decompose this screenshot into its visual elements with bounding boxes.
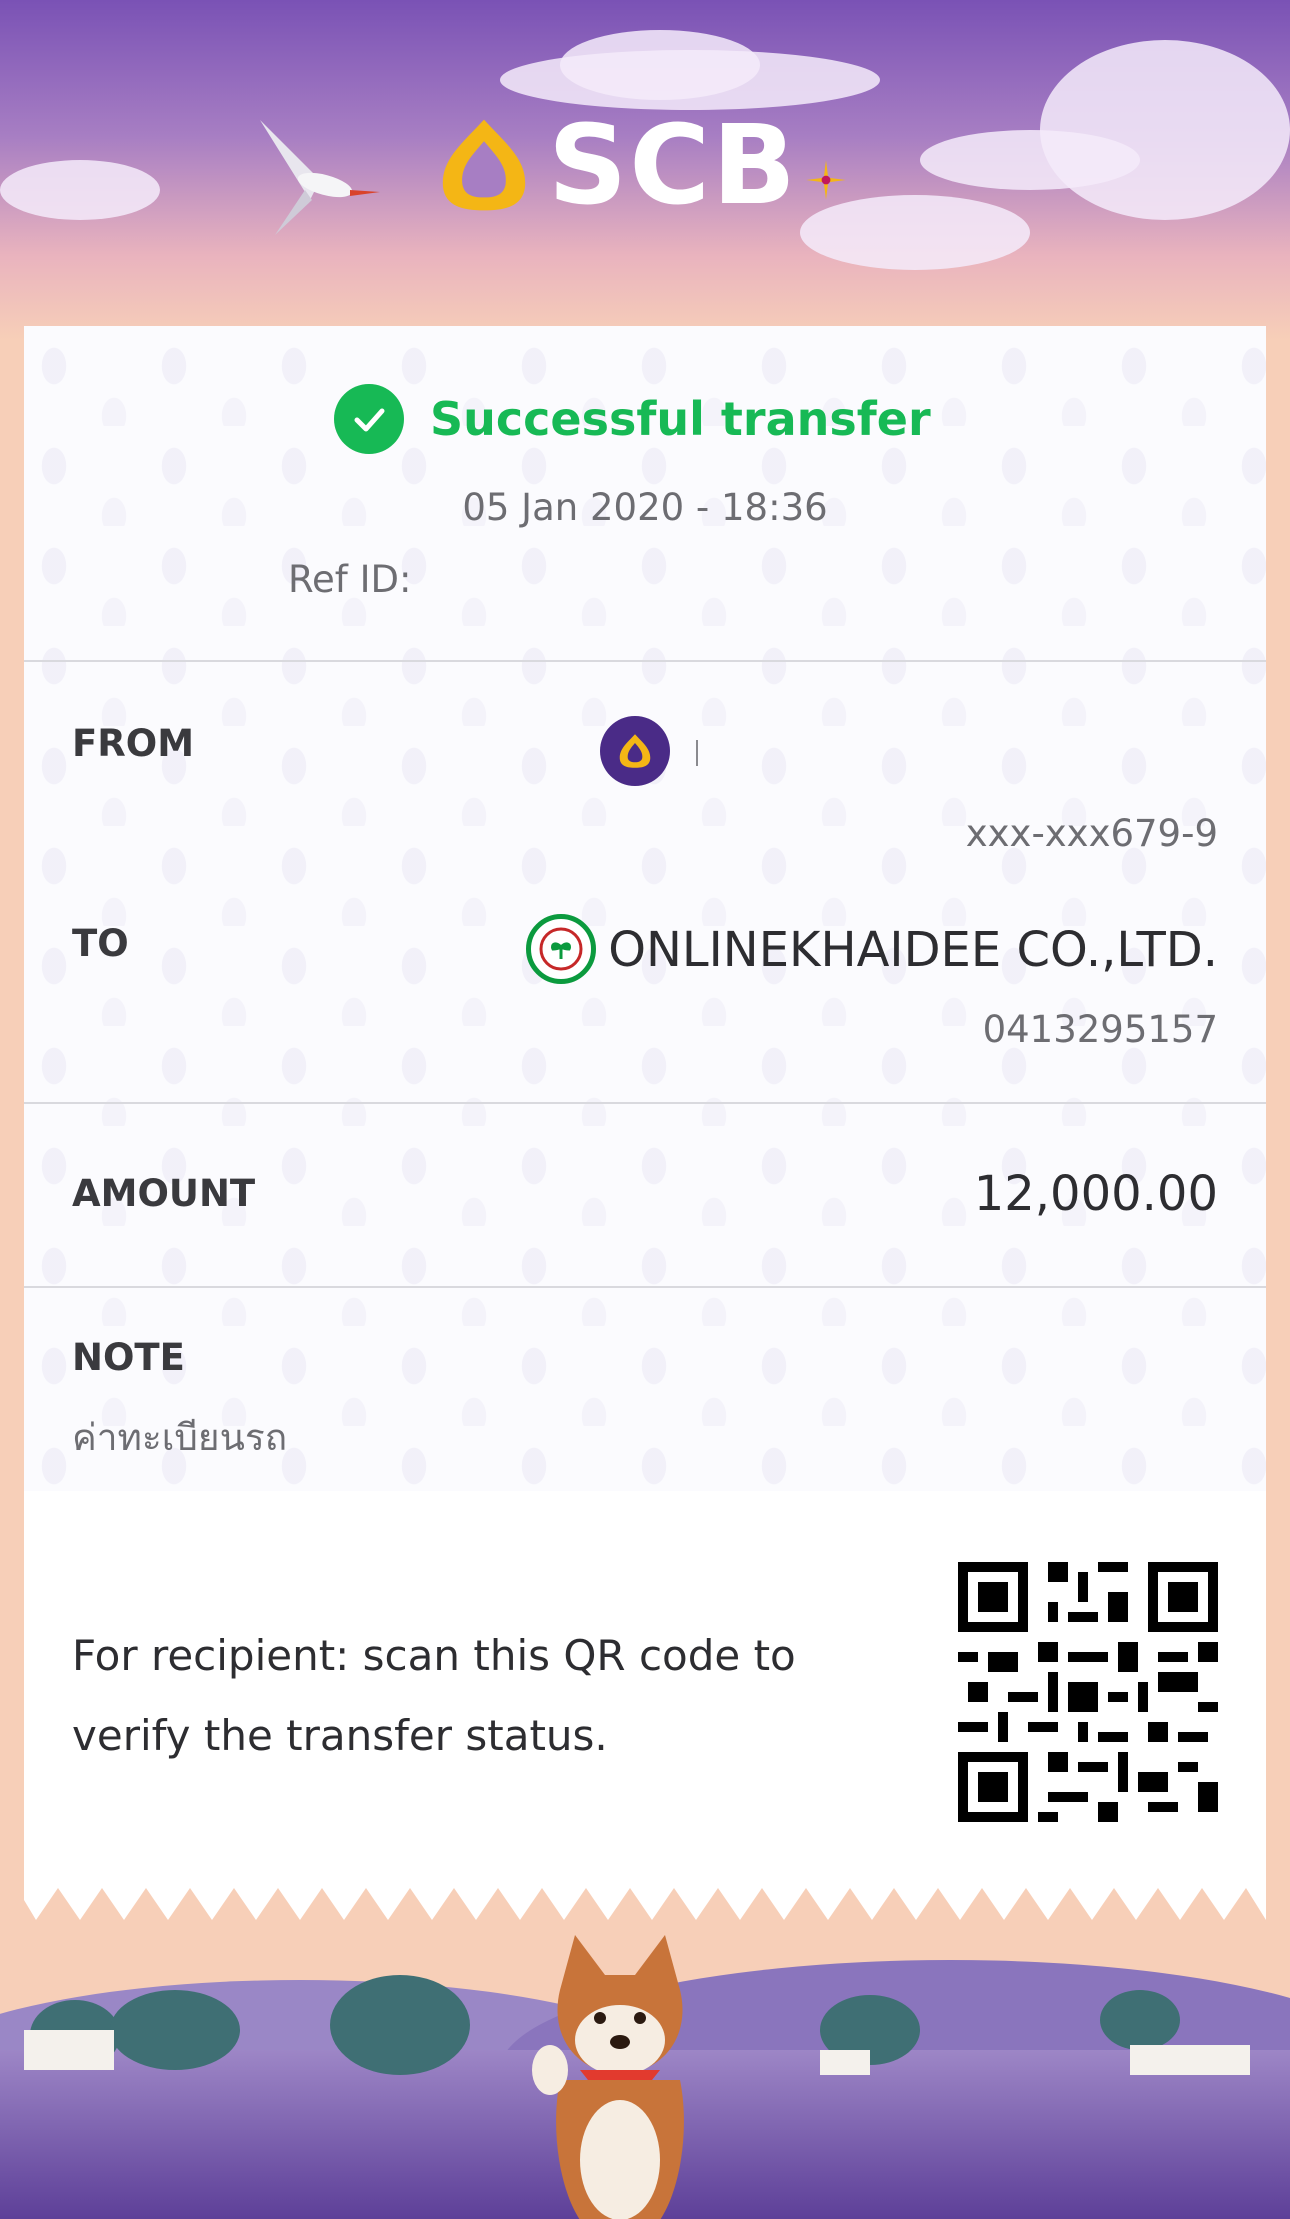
note-value: ค่าทะเบียนรถ — [72, 1416, 288, 1459]
qr-code[interactable] — [958, 1562, 1218, 1822]
house — [1130, 2045, 1250, 2075]
note-label: NOTE — [72, 1336, 185, 1379]
transfer-status: Successful transfer — [334, 384, 931, 454]
tree — [330, 1975, 470, 2075]
scb-logo: SCB — [430, 110, 848, 220]
transfer-receipt: Successful transfer 05 Jan 2020 - 18:36 … — [24, 326, 1266, 1886]
amount-label: AMOUNT — [72, 1172, 256, 1215]
ref-id-label: Ref ID: — [288, 558, 412, 601]
countryside-illustration — [0, 1900, 1290, 2219]
scb-bank-icon — [600, 716, 670, 786]
cloud — [920, 130, 1140, 190]
recipient-name: ONLINEKHAIDEE CO.,LTD. — [608, 922, 1218, 978]
from-label: FROM — [72, 722, 195, 765]
qr-instructions: For recipient: scan this QR code to veri… — [72, 1631, 796, 1760]
divider — [24, 660, 1266, 662]
tree — [1100, 1990, 1180, 2050]
cloud — [0, 160, 160, 220]
bird-illustration — [260, 120, 380, 235]
house — [820, 2050, 870, 2075]
to-label: TO — [72, 922, 129, 965]
amount-value: 12,000.00 — [973, 1166, 1218, 1222]
kbank-icon — [526, 914, 596, 984]
divider — [24, 1286, 1266, 1288]
sparkle-icon — [805, 160, 846, 200]
shiba-dog-illustration — [532, 1935, 684, 2219]
text-cursor — [696, 740, 698, 766]
success-check-icon — [334, 384, 404, 454]
to-account: 0413295157 — [982, 1008, 1218, 1051]
cloud — [1040, 40, 1290, 220]
header-banner: SCB — [0, 0, 1290, 340]
tree — [110, 1990, 240, 2070]
transfer-datetime: 05 Jan 2020 - 18:36 — [462, 486, 828, 529]
status-text: Successful transfer — [430, 392, 931, 446]
house — [24, 2030, 114, 2070]
from-account: xxx-xxx679-9 — [965, 812, 1218, 855]
scb-lotus-icon — [442, 119, 526, 211]
cloud — [560, 30, 760, 100]
divider — [24, 1102, 1266, 1104]
brand-name: SCB — [548, 101, 798, 229]
